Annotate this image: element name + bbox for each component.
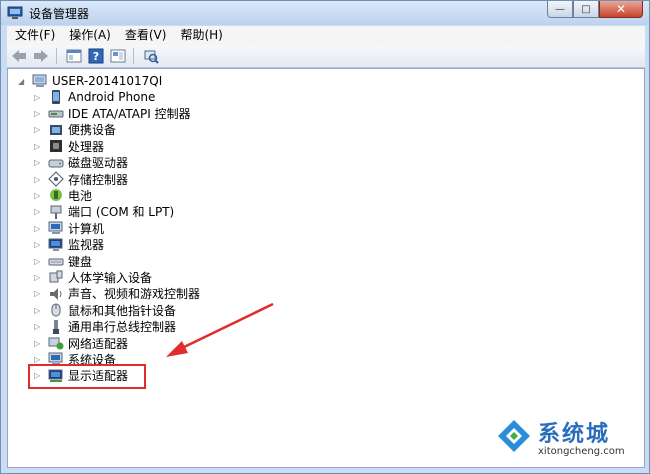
device-tree-panel: ◢ USER-20141017QI ▷ Android Phone ▷ IDE ATA… [7, 68, 645, 468]
tree-item-15[interactable]: ▷ 通用串行总线控制器 [34, 319, 176, 335]
expand-arrow-icon[interactable]: ▷ [34, 158, 44, 167]
scan-hardware-icon[interactable] [141, 47, 161, 65]
tree-item-label: 存储控制器 [68, 172, 129, 187]
storage-controller-icon [48, 171, 64, 187]
forward-icon[interactable] [31, 47, 51, 65]
tree-item-11[interactable]: ▷ 键盘 [34, 253, 92, 269]
svg-text:?: ? [93, 50, 99, 63]
disk-drive-icon [48, 159, 64, 168]
tree-item-label: 声音、视频和游戏控制器 [68, 287, 201, 302]
expand-arrow-icon[interactable]: ▷ [34, 191, 44, 200]
phone-icon [52, 90, 60, 104]
expand-arrow-icon[interactable]: ▷ [34, 207, 44, 216]
port-icon [50, 205, 62, 219]
tree-item-6[interactable]: ▷ 存储控制器 [34, 171, 128, 187]
tree-item-label: 人体学输入设备 [68, 270, 153, 285]
menu-view[interactable]: 查看(V) [117, 26, 173, 45]
menu-help[interactable]: 帮助(H) [172, 26, 228, 45]
tree-item-label: 监视器 [68, 238, 105, 253]
tree-root[interactable]: ◢ USER-20141017QI [18, 73, 162, 89]
tree-item-14[interactable]: ▷ 鼠标和其他指针设备 [34, 302, 176, 318]
network-adapter-icon [48, 337, 64, 350]
expand-arrow-icon[interactable]: ▷ [34, 125, 44, 134]
toolbar-separator [133, 48, 134, 64]
close-button[interactable]: ✕ [599, 1, 643, 18]
maximize-button[interactable]: □ [573, 1, 599, 18]
device-manager-window: 设备管理器 — □ ✕ 文件(F) 操作(A) 查看(V) 帮助(H) ? ◢ … [0, 0, 650, 474]
minimize-button[interactable]: — [547, 1, 573, 18]
window-controls: — □ ✕ [547, 1, 643, 19]
view-icon[interactable] [108, 47, 128, 65]
expand-arrow-icon[interactable]: ▷ [34, 339, 44, 348]
tree-item-label: 便携设备 [68, 123, 117, 138]
processor-icon [50, 140, 62, 153]
tree-item-label: Android Phone [68, 90, 156, 104]
expand-arrow-icon[interactable]: ▷ [34, 175, 44, 184]
expand-arrow-icon[interactable]: ▷ [34, 289, 44, 298]
tree-item-4[interactable]: ▷ 处理器 [34, 138, 104, 154]
collapse-arrow-icon[interactable]: ◢ [18, 77, 28, 86]
tree-item-label: 电池 [68, 188, 93, 203]
red-arrow-annotation [166, 302, 274, 357]
sound-icon [50, 287, 62, 300]
menu-file[interactable]: 文件(F) [7, 26, 61, 45]
tree-item-8[interactable]: ▷ 端口 (COM 和 LPT) [34, 204, 174, 220]
tree-item-label: 处理器 [68, 139, 105, 154]
computer-icon [32, 74, 47, 87]
keyboard-icon [48, 258, 64, 266]
tree-item-label: 磁盘驱动器 [68, 156, 129, 171]
monitor-icon [48, 238, 63, 251]
hid-icon [49, 270, 63, 283]
root-computer-name: USER-20141017QI [52, 74, 163, 88]
mouse-icon [51, 303, 61, 317]
expand-arrow-icon[interactable]: ▷ [34, 142, 44, 151]
tree-item-label: 端口 (COM 和 LPT) [68, 205, 175, 220]
battery-icon [50, 189, 62, 202]
menu-action[interactable]: 操作(A) [61, 26, 117, 45]
tree-item-5[interactable]: ▷ 磁盘驱动器 [34, 155, 128, 171]
device-manager-icon [7, 6, 23, 19]
tree-item-label: 计算机 [68, 221, 105, 236]
xitongcheng-logo-icon [498, 420, 530, 452]
expand-arrow-icon[interactable]: ▷ [34, 355, 44, 364]
menu-bar: 文件(F) 操作(A) 查看(V) 帮助(H) [7, 26, 645, 45]
back-icon[interactable] [9, 47, 29, 65]
tree-item-label: 键盘 [68, 254, 93, 269]
toolbar-separator [56, 48, 57, 64]
expand-arrow-icon[interactable]: ▷ [34, 93, 44, 102]
tree-item-1[interactable]: ▷ Android Phone [34, 89, 155, 105]
ide-controller-icon [48, 110, 64, 118]
tree-item-label: IDE ATA/ATAPI 控制器 [68, 106, 191, 121]
tree-item-9[interactable]: ▷ 计算机 [34, 220, 104, 236]
computer-icon [48, 221, 63, 235]
expand-arrow-icon[interactable]: ▷ [34, 273, 44, 282]
tree-item-7[interactable]: ▷ 电池 [34, 187, 92, 203]
highlight-rectangle [28, 364, 146, 389]
tree-item-16[interactable]: ▷ 网络适配器 [34, 335, 128, 351]
title-bar: 设备管理器 — □ ✕ [1, 1, 649, 25]
expand-arrow-icon[interactable]: ▷ [34, 224, 44, 233]
properties-icon[interactable] [64, 47, 84, 65]
tree-item-2[interactable]: ▷ IDE ATA/ATAPI 控制器 [34, 105, 191, 121]
expand-arrow-icon[interactable]: ▷ [34, 322, 44, 331]
watermark-brand: 系统城 [538, 422, 611, 447]
toolbar: ? [7, 45, 645, 68]
watermark-url: xitongcheng.com [538, 446, 625, 457]
tree-item-12[interactable]: ▷ 人体学输入设备 [34, 269, 152, 285]
window-title: 设备管理器 [29, 7, 90, 21]
tree-item-10[interactable]: ▷ 监视器 [34, 237, 104, 253]
expand-arrow-icon[interactable]: ▷ [34, 257, 44, 266]
tree-item-label: 网络适配器 [68, 336, 129, 351]
help-icon[interactable]: ? [86, 47, 106, 65]
expand-arrow-icon[interactable]: ▷ [34, 240, 44, 249]
tree-item-3[interactable]: ▷ 便携设备 [34, 122, 116, 138]
usb-icon [53, 319, 59, 334]
watermark-logo: 系统城 xitongcheng.com [494, 410, 644, 470]
tree-item-13[interactable]: ▷ 声音、视频和游戏控制器 [34, 286, 200, 302]
portable-device-icon [50, 124, 62, 135]
expand-arrow-icon[interactable]: ▷ [34, 306, 44, 315]
expand-arrow-icon[interactable]: ▷ [34, 109, 44, 118]
